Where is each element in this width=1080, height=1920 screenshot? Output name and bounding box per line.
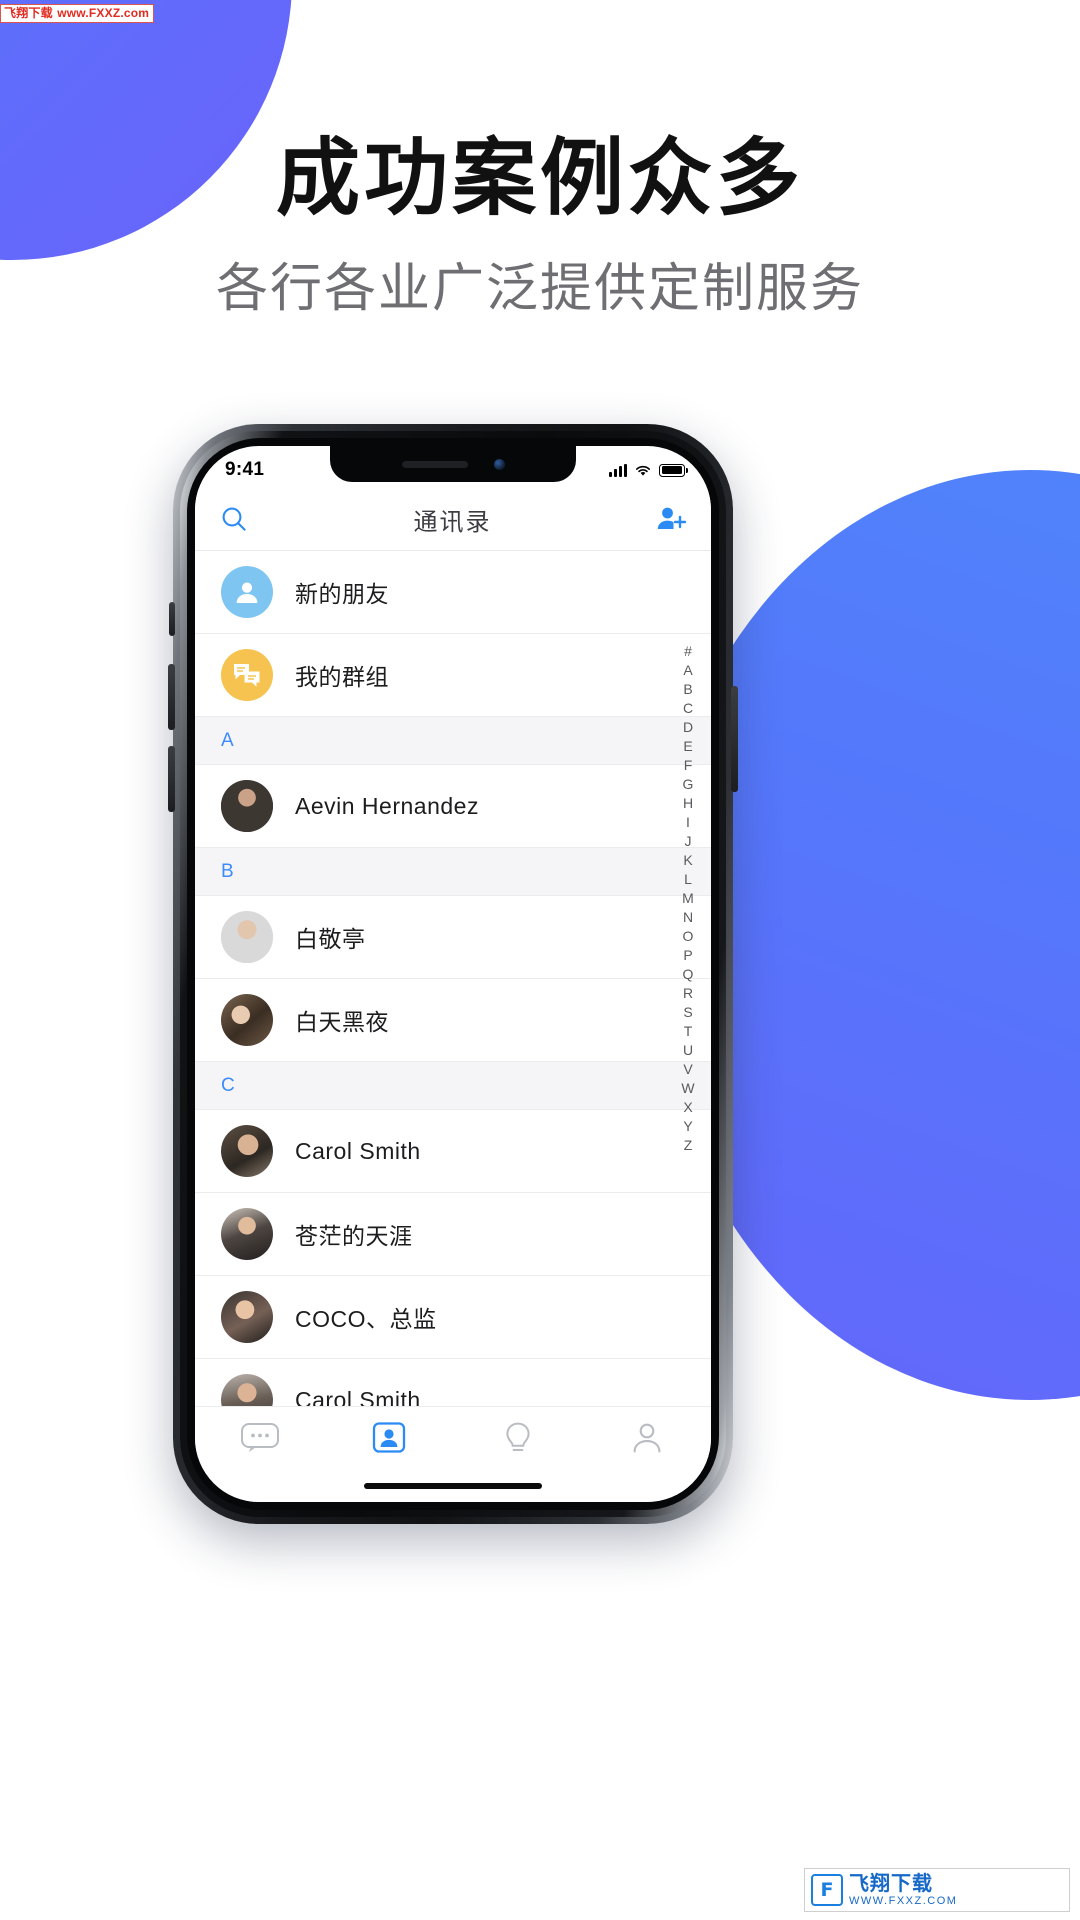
status-bar: 9:41: [195, 446, 711, 488]
volume-down-button[interactable]: [168, 746, 175, 812]
index-letter[interactable]: A: [683, 661, 692, 680]
index-letter[interactable]: M: [682, 889, 694, 908]
index-letter[interactable]: Y: [683, 1117, 692, 1136]
watermark-top-left: 飞翔下载 www.FXXZ.com: [0, 4, 155, 23]
tab-contacts[interactable]: [324, 1421, 453, 1454]
status-indicators: [609, 463, 688, 477]
avatar: [221, 1291, 273, 1343]
contact-name: COCO、总监: [295, 1306, 437, 1332]
index-letter[interactable]: G: [683, 775, 694, 794]
section-header-b: B: [195, 848, 711, 896]
contact-name: 苍茫的天涯: [295, 1223, 413, 1249]
contact-row[interactable]: Carol Smith: [195, 1359, 711, 1406]
power-button[interactable]: [731, 686, 738, 792]
index-letter[interactable]: S: [683, 1003, 692, 1022]
phone-mockup: 9:41 通讯录 新的朋友 我的群组 A Aevin Hernandez B 白…: [168, 424, 738, 1524]
page-title: 通讯录: [413, 508, 492, 536]
contact-row[interactable]: 白敬亭: [195, 896, 711, 979]
index-letter[interactable]: F: [684, 756, 693, 775]
index-letter[interactable]: C: [683, 699, 693, 718]
index-letter[interactable]: #: [684, 642, 692, 661]
index-letter[interactable]: E: [683, 737, 692, 756]
index-letter[interactable]: U: [683, 1041, 693, 1060]
contact-name: Aevin Hernandez: [295, 792, 479, 819]
watermark-url: www.FXXZ.com: [57, 6, 150, 20]
contact-name: 白天黑夜: [295, 1009, 389, 1035]
index-letter[interactable]: B: [683, 680, 692, 699]
contacts-card-icon: [372, 1422, 405, 1453]
search-icon[interactable]: [219, 504, 249, 534]
volume-up-button[interactable]: [168, 664, 175, 730]
person-outline-icon: [633, 1423, 660, 1453]
section-header-a: A: [195, 717, 711, 765]
watermark-brand: 飞翔下载: [4, 6, 53, 20]
watermark-logo-icon: F: [811, 1874, 843, 1906]
battery-fill: [661, 466, 683, 474]
avatar: [221, 780, 273, 832]
index-letter[interactable]: H: [683, 794, 693, 813]
index-letter[interactable]: V: [683, 1060, 692, 1079]
avatar: [221, 1125, 273, 1177]
index-letter[interactable]: X: [683, 1098, 692, 1117]
avatar: [221, 994, 273, 1046]
index-letter[interactable]: T: [684, 1022, 693, 1041]
index-letter[interactable]: Q: [683, 965, 694, 984]
contact-name: 白敬亭: [295, 926, 366, 952]
app-navbar: 通讯录: [195, 488, 711, 550]
list-item-my-groups[interactable]: 我的群组: [195, 634, 711, 717]
index-letter[interactable]: J: [685, 832, 692, 851]
watermark-bottom-title: 飞翔下载: [849, 1873, 933, 1895]
index-letter[interactable]: L: [684, 870, 692, 889]
index-letter[interactable]: Z: [684, 1136, 693, 1155]
index-letter[interactable]: K: [683, 851, 692, 870]
tab-profile[interactable]: [582, 1421, 711, 1455]
watermark-bottom-right: F 飞翔下载 WWW.FXXZ.COM: [804, 1868, 1070, 1912]
watermark-bottom-url: WWW.FXXZ.COM: [849, 1895, 958, 1907]
avatar: [221, 911, 273, 963]
status-time: 9:41: [225, 459, 265, 480]
person-circle-icon: [221, 566, 273, 618]
tab-messages[interactable]: [195, 1421, 324, 1453]
avatar: [221, 1374, 273, 1406]
group-chat-icon: [221, 649, 273, 701]
list-item-label: 新的朋友: [295, 581, 389, 607]
home-indicator: [364, 1483, 542, 1489]
mute-switch[interactable]: [169, 602, 175, 636]
contact-row[interactable]: COCO、总监: [195, 1276, 711, 1359]
section-header-c: C: [195, 1062, 711, 1110]
index-letter[interactable]: W: [681, 1079, 694, 1098]
index-letter[interactable]: D: [683, 718, 693, 737]
wifi-icon: [636, 465, 650, 476]
signal-bars-icon: [609, 463, 627, 477]
index-letter[interactable]: I: [686, 813, 690, 832]
avatar: [221, 1208, 273, 1260]
contact-row[interactable]: 白天黑夜: [195, 979, 711, 1062]
contact-row[interactable]: Carol Smith: [195, 1110, 711, 1193]
phone-screen: 9:41 通讯录 新的朋友 我的群组 A Aevin Hernandez B 白…: [195, 446, 711, 1502]
chat-bubble-icon: [240, 1423, 279, 1452]
battery-icon: [659, 463, 688, 477]
contact-name: Carol Smith: [295, 1137, 421, 1164]
index-letter[interactable]: P: [683, 946, 692, 965]
promo-headline: 成功案例众多: [275, 131, 804, 225]
contact-row[interactable]: 苍茫的天涯: [195, 1193, 711, 1276]
list-item-label: 我的群组: [295, 664, 389, 690]
index-letter[interactable]: R: [683, 984, 693, 1003]
list-item-new-friends[interactable]: 新的朋友: [195, 551, 711, 634]
watermark-bottom-texts: 飞翔下载 WWW.FXXZ.COM: [849, 1873, 957, 1907]
index-letter[interactable]: N: [683, 908, 693, 927]
index-letter[interactable]: O: [683, 927, 694, 946]
contact-row[interactable]: Aevin Hernandez: [195, 765, 711, 848]
add-person-icon[interactable]: [656, 505, 687, 533]
lightbulb-icon: [505, 1422, 530, 1451]
alphabet-index-bar[interactable]: # A B C D E F G H I J K L M N O P Q R S T U V W X Y Z: [673, 642, 703, 1155]
tab-discover[interactable]: [453, 1421, 582, 1457]
promo-subheadline: 各行各业广泛提供定制服务: [215, 260, 864, 318]
contact-name: Carol Smith: [295, 1386, 421, 1407]
contacts-list[interactable]: 新的朋友 我的群组 A Aevin Hernandez B 白敬亭 白天黑夜 C…: [195, 551, 711, 1406]
